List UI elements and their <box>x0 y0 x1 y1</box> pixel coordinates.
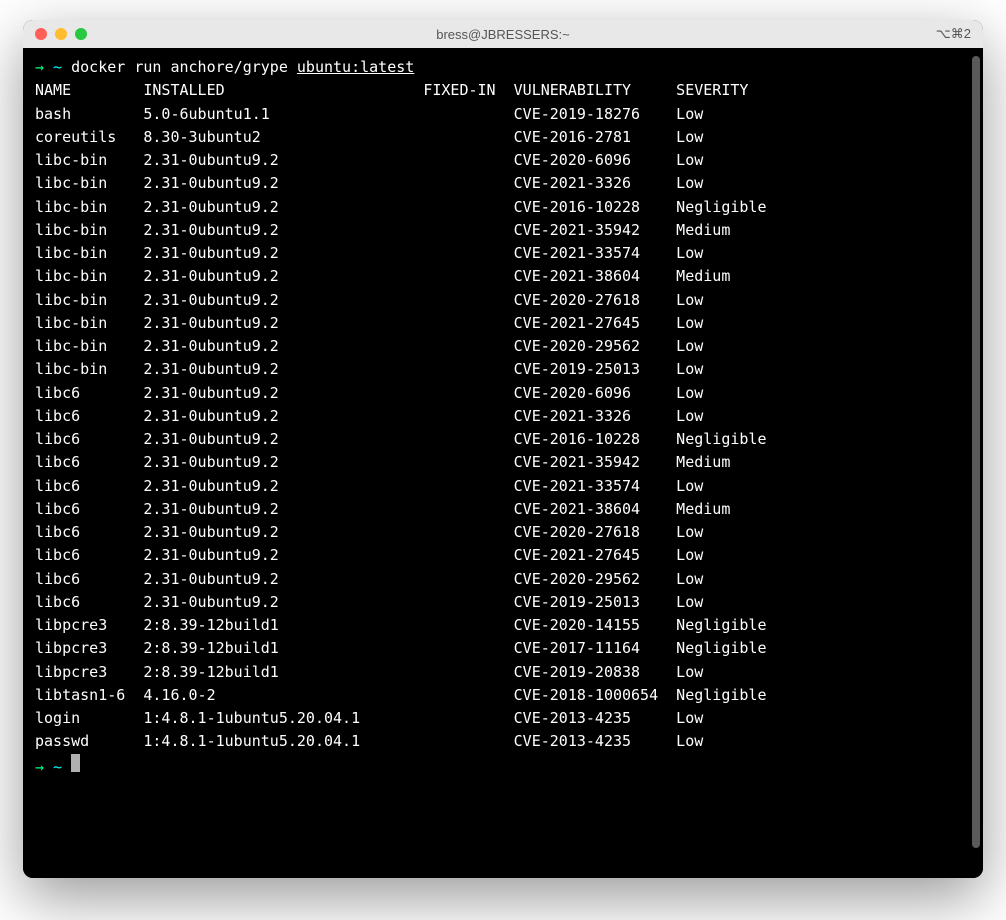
table-row: libc6 2.31-0ubuntu9.2 CVE-2020-27618 Low <box>35 521 971 544</box>
table-row: libc6 2.31-0ubuntu9.2 CVE-2016-10228 Neg… <box>35 428 971 451</box>
table-row: libc6 2.31-0ubuntu9.2 CVE-2021-27645 Low <box>35 544 971 567</box>
terminal-body[interactable]: → ~ docker run anchore/grype ubuntu:late… <box>23 48 983 878</box>
table-row: libpcre3 2:8.39-12build1 CVE-2017-11164 … <box>35 637 971 660</box>
table-row: libc6 2.31-0ubuntu9.2 CVE-2021-33574 Low <box>35 475 971 498</box>
close-button[interactable] <box>35 28 47 40</box>
title-bar: bress@JBRESSERS:~ ⌥⌘2 <box>23 20 983 48</box>
terminal-window: bress@JBRESSERS:~ ⌥⌘2 → ~ docker run anc… <box>23 20 983 878</box>
table-row: libc-bin 2.31-0ubuntu9.2 CVE-2021-33574 … <box>35 242 971 265</box>
table-row: libpcre3 2:8.39-12build1 CVE-2019-20838 … <box>35 661 971 684</box>
table-row: libc6 2.31-0ubuntu9.2 CVE-2021-3326 Low <box>35 405 971 428</box>
table-row: libtasn1-6 4.16.0-2 CVE-2018-1000654 Neg… <box>35 684 971 707</box>
traffic-lights <box>35 28 87 40</box>
table-row: libc6 2.31-0ubuntu9.2 CVE-2021-38604 Med… <box>35 498 971 521</box>
table-row: libc6 2.31-0ubuntu9.2 CVE-2021-35942 Med… <box>35 451 971 474</box>
window-title: bress@JBRESSERS:~ <box>436 27 570 42</box>
maximize-button[interactable] <box>75 28 87 40</box>
command-prompt-line: → ~ docker run anchore/grype ubuntu:late… <box>35 56 971 79</box>
table-row: libc6 2.31-0ubuntu9.2 CVE-2020-6096 Low <box>35 382 971 405</box>
shortcut-hint: ⌥⌘2 <box>936 26 971 42</box>
prompt-path: ~ <box>44 56 71 79</box>
table-row: libc-bin 2.31-0ubuntu9.2 CVE-2019-25013 … <box>35 358 971 381</box>
empty-prompt-line: → ~ <box>35 754 971 779</box>
table-row: libc-bin 2.31-0ubuntu9.2 CVE-2020-6096 L… <box>35 149 971 172</box>
scrollbar[interactable] <box>972 56 980 848</box>
prompt-arrow-icon: → <box>35 56 44 79</box>
table-header-row: NAME INSTALLED FIXED-IN VULNERABILITY SE… <box>35 79 971 102</box>
table-row: bash 5.0-6ubuntu1.1 CVE-2019-18276 Low <box>35 103 971 126</box>
table-row: passwd 1:4.8.1-1ubuntu5.20.04.1 CVE-2013… <box>35 730 971 753</box>
table-row: libc-bin 2.31-0ubuntu9.2 CVE-2020-27618 … <box>35 289 971 312</box>
table-row: libc-bin 2.31-0ubuntu9.2 CVE-2021-27645 … <box>35 312 971 335</box>
table-row: libc-bin 2.31-0ubuntu9.2 CVE-2021-35942 … <box>35 219 971 242</box>
table-row: libc-bin 2.31-0ubuntu9.2 CVE-2020-29562 … <box>35 335 971 358</box>
minimize-button[interactable] <box>55 28 67 40</box>
cursor <box>71 754 80 772</box>
prompt-arrow-icon: → <box>35 756 44 779</box>
table-row: coreutils 8.30-3ubuntu2 CVE-2016-2781 Lo… <box>35 126 971 149</box>
table-row: libc6 2.31-0ubuntu9.2 CVE-2020-29562 Low <box>35 568 971 591</box>
prompt-path: ~ <box>44 756 71 779</box>
command-argument: ubuntu:latest <box>297 56 414 79</box>
table-row: libc-bin 2.31-0ubuntu9.2 CVE-2021-38604 … <box>35 265 971 288</box>
table-row: login 1:4.8.1-1ubuntu5.20.04.1 CVE-2013-… <box>35 707 971 730</box>
table-row: libc6 2.31-0ubuntu9.2 CVE-2019-25013 Low <box>35 591 971 614</box>
table-row: libpcre3 2:8.39-12build1 CVE-2020-14155 … <box>35 614 971 637</box>
table-row: libc-bin 2.31-0ubuntu9.2 CVE-2021-3326 L… <box>35 172 971 195</box>
command-text: docker run anchore/grype <box>71 56 297 79</box>
table-body: bash 5.0-6ubuntu1.1 CVE-2019-18276 Lowco… <box>35 103 971 754</box>
table-row: libc-bin 2.31-0ubuntu9.2 CVE-2016-10228 … <box>35 196 971 219</box>
